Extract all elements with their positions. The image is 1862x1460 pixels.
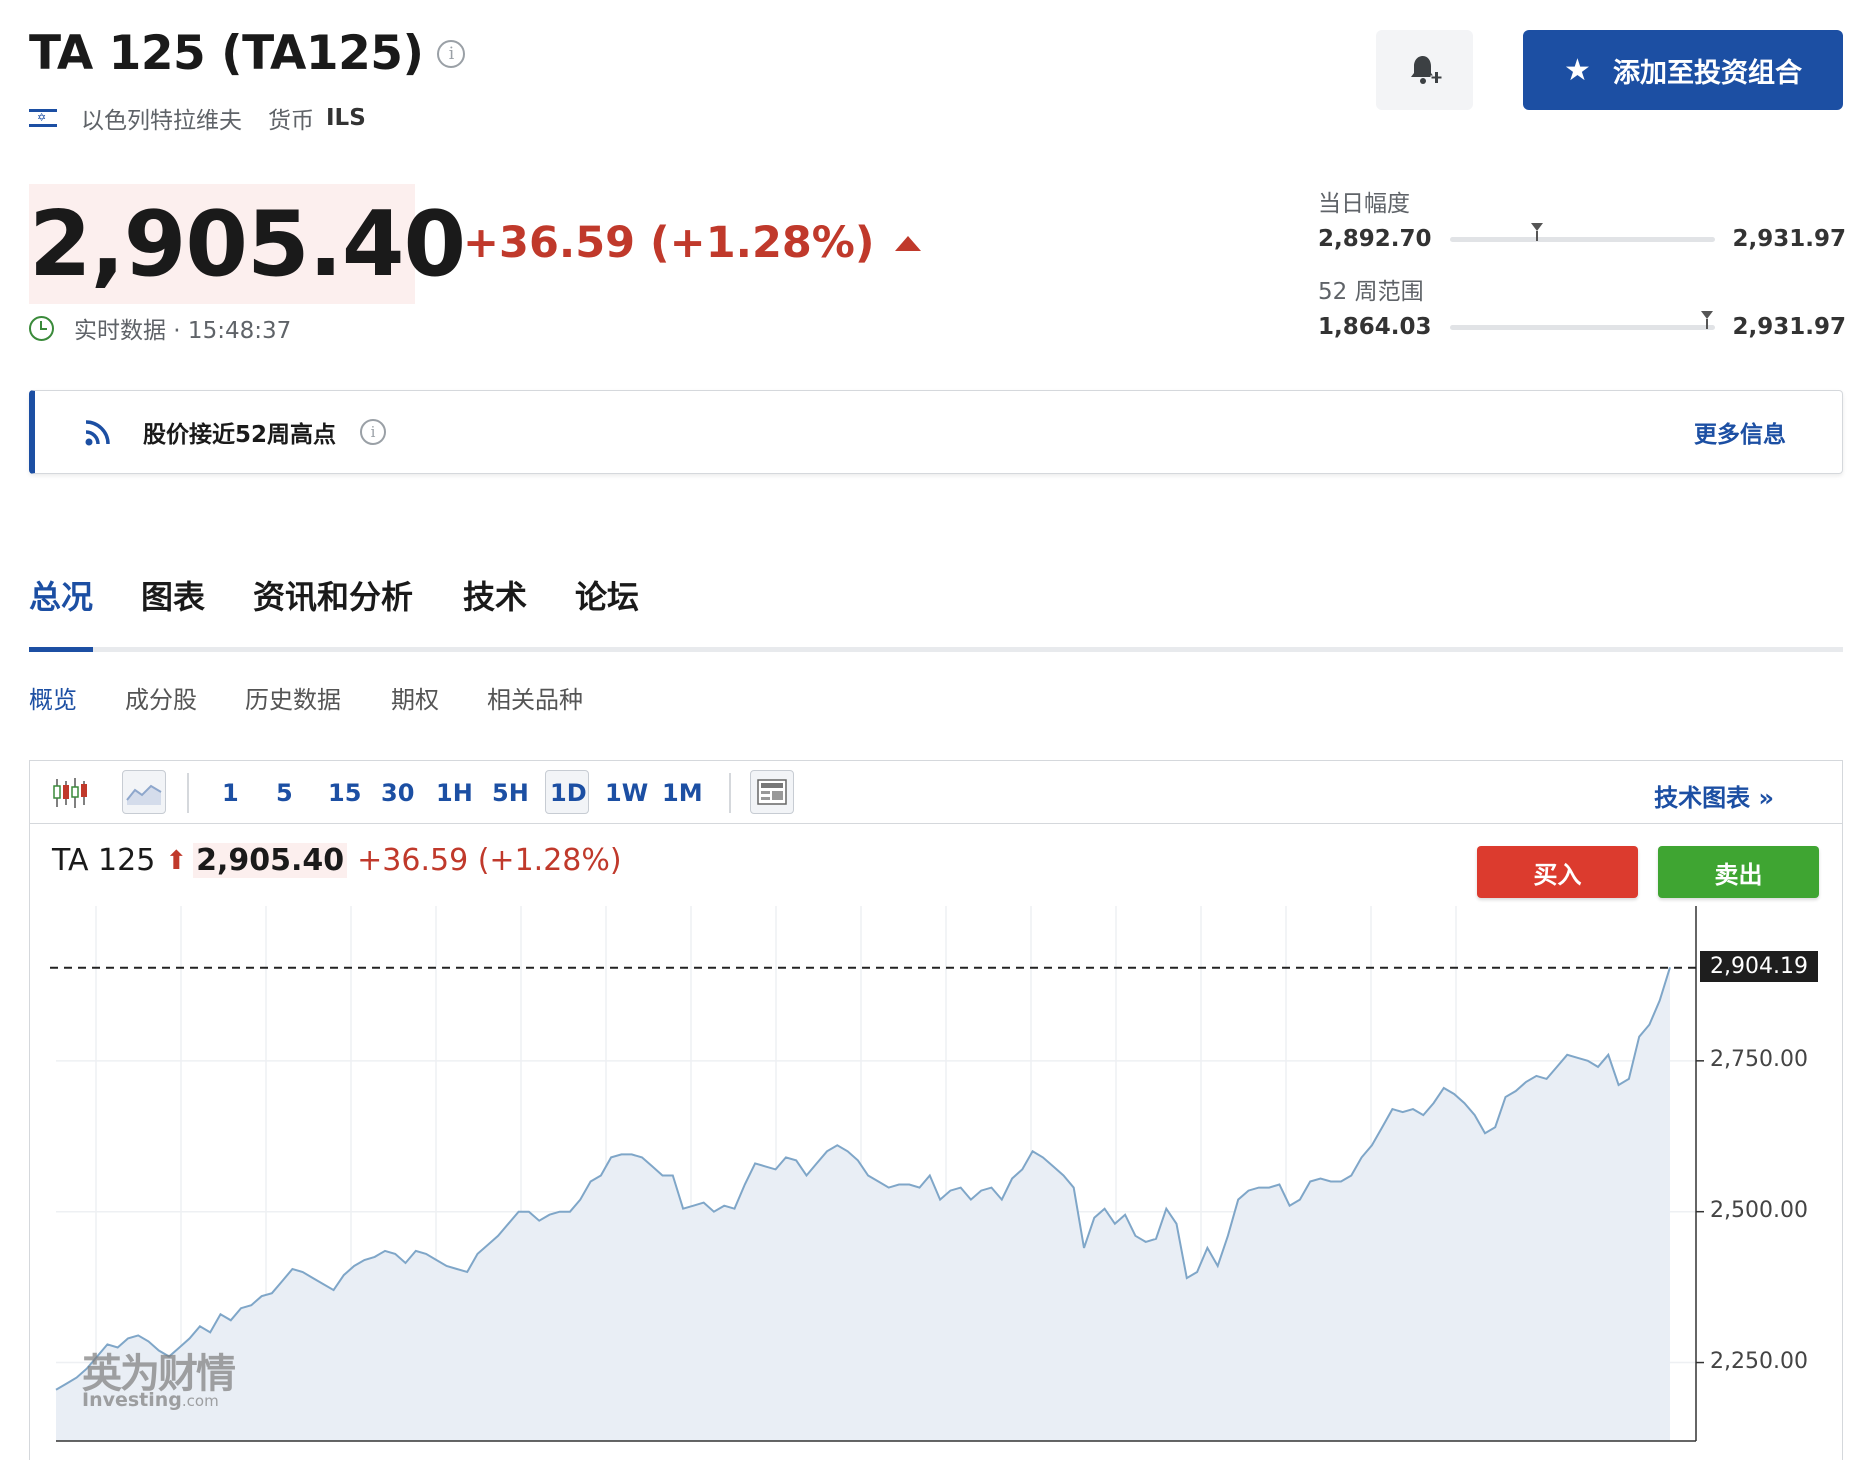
tab-news-analysis[interactable]: 资讯和分析	[253, 572, 413, 618]
y-axis-tick-label: 2,500.00	[1710, 1197, 1808, 1223]
currency-value: ILS	[326, 105, 366, 131]
week52-range-low: 1,864.03	[1318, 314, 1432, 340]
realtime-text: 实时数据 · 15:48:37	[74, 318, 292, 344]
up-triangle-icon	[894, 235, 921, 251]
add-to-portfolio-label: 添加至投资组合	[1612, 57, 1802, 89]
week52-range-label: 52 周范围	[1318, 279, 1424, 305]
y-axis-tick-label: 2,250.00	[1710, 1348, 1808, 1374]
investing-watermark: 英为财情 Investing.com	[82, 1341, 236, 1411]
title-row: TA 125 (TA125) i	[29, 26, 466, 81]
day-range-label: 当日幅度	[1318, 191, 1410, 217]
day-range-marker	[1530, 222, 1543, 241]
currency-label: 货币	[268, 108, 314, 134]
last-price-label: 2,904.19	[1700, 950, 1818, 982]
main-tabs: 总况 图表 资讯和分析 技术 论坛	[29, 572, 1843, 652]
subtab-historical-data[interactable]: 历史数据	[245, 680, 341, 715]
last-price: 2,905.40	[29, 192, 466, 297]
price-area-fill	[56, 967, 1670, 1441]
page-title: TA 125 (TA125)	[29, 26, 424, 81]
more-info-link[interactable]: 更多信息	[1694, 415, 1786, 449]
subtab-related[interactable]: 相关品种	[487, 680, 583, 715]
week52-range: 52 周范围 1,864.03 2,931.97	[1318, 272, 1846, 340]
chart-panel: 1 5 15 30 1H 5H 1D 1W 1M 技术图表 » TA 125 ⬆…	[29, 760, 1843, 1460]
realtime-status: 实时数据 · 15:48:37	[29, 311, 291, 345]
y-axis-tick-label: 2,750.00	[1710, 1046, 1808, 1072]
exchange-name: 以色列特拉维夫	[81, 108, 242, 134]
star-icon: ★	[1564, 52, 1591, 88]
day-range-high: 2,931.97	[1732, 226, 1847, 252]
info-icon[interactable]: i	[437, 39, 466, 68]
tab-technical[interactable]: 技术	[463, 572, 527, 618]
instrument-meta: ✡ 以色列特拉维夫 货币 ILS	[29, 101, 465, 135]
day-range: 当日幅度 2,892.70 2,931.97	[1318, 184, 1846, 252]
alert-message: 股价接近52周高点	[143, 422, 337, 448]
subtab-components[interactable]: 成分股	[125, 680, 197, 715]
day-range-low: 2,892.70	[1318, 226, 1432, 252]
watermark-en: Investing.com	[82, 1389, 234, 1411]
israel-flag-icon: ✡	[29, 108, 57, 128]
add-to-portfolio-button[interactable]: ★ 添加至投资组合	[1523, 30, 1843, 110]
add-alert-button[interactable]	[1376, 30, 1473, 110]
info-icon[interactable]: i	[360, 419, 387, 445]
instrument-header: TA 125 (TA125) i ✡ 以色列特拉维夫 货币 ILS	[29, 26, 466, 135]
price-change-value: +36.59 (+1.28%)	[463, 218, 875, 268]
price-change: +36.59 (+1.28%)	[463, 218, 921, 268]
week52-range-high: 2,931.97	[1732, 314, 1847, 340]
subtab-options[interactable]: 期权	[391, 680, 439, 715]
tab-forum[interactable]: 论坛	[575, 572, 639, 618]
day-range-bar	[1449, 222, 1715, 242]
tab-chart[interactable]: 图表	[141, 572, 205, 618]
tab-overview[interactable]: 总况	[29, 572, 93, 618]
watermark-suffix: .com	[181, 1392, 219, 1410]
week52-range-bar	[1449, 310, 1715, 330]
bell-plus-icon	[1410, 56, 1442, 84]
rss-feed-icon	[85, 420, 110, 446]
active-tab-underline	[29, 647, 93, 652]
alert-banner: 股价接近52周高点 i 更多信息	[29, 390, 1843, 474]
week52-range-marker	[1700, 310, 1713, 329]
price-chart[interactable]	[30, 761, 1842, 1460]
watermark-en-text: Investing	[82, 1389, 182, 1411]
clock-icon	[29, 315, 54, 341]
subtab-summary[interactable]: 概览	[29, 680, 77, 715]
